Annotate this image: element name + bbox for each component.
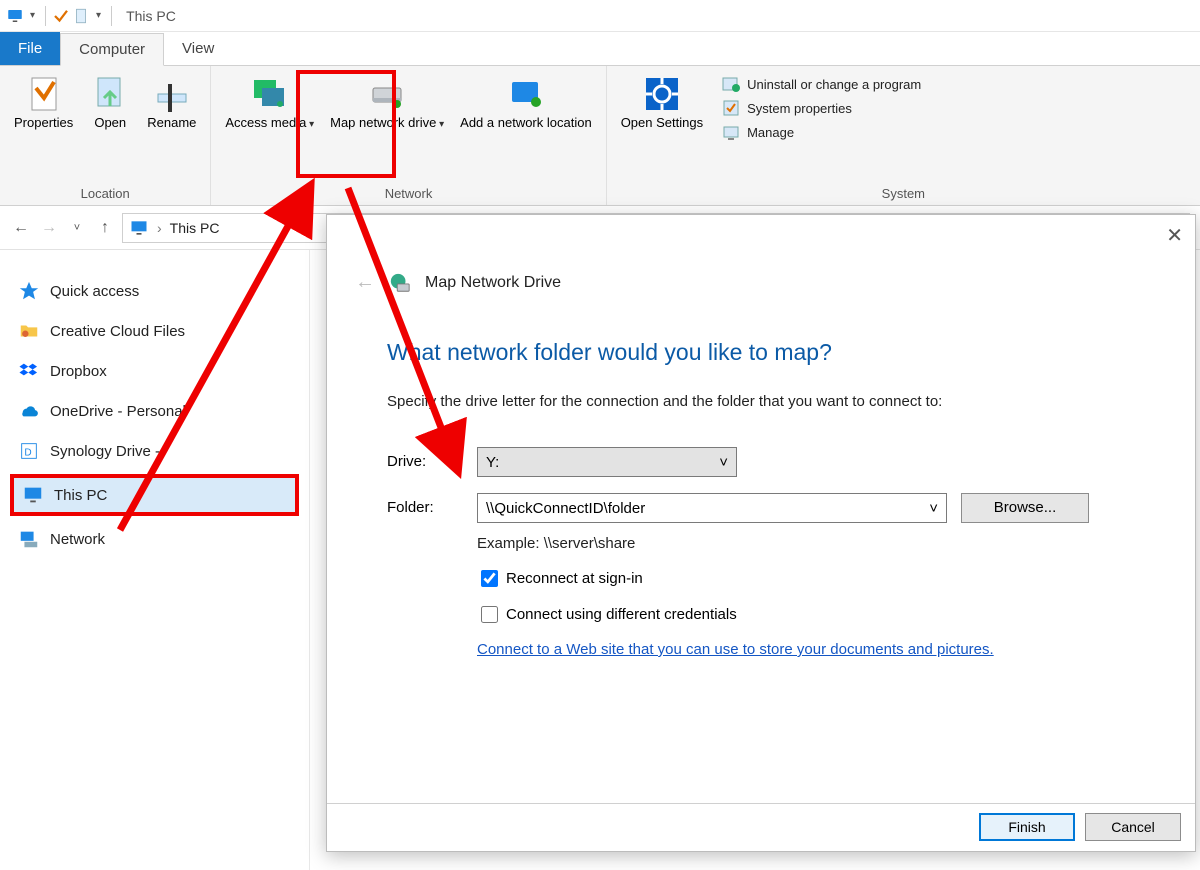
qat-more-icon[interactable]: ▾	[96, 10, 101, 21]
up-button[interactable]: ↑	[94, 217, 116, 239]
sidebar-item-dropbox[interactable]: Dropbox	[10, 354, 299, 388]
recent-locations-button[interactable]: ˅	[66, 217, 88, 239]
media-icon	[250, 74, 290, 114]
different-credentials-checkbox-input[interactable]	[481, 606, 498, 623]
breadcrumb-separator: ›	[157, 220, 162, 236]
group-label-network: Network	[217, 184, 599, 205]
navigation-tree: Quick access Creative Cloud Files Dropbo…	[0, 250, 310, 870]
network-icon	[18, 528, 40, 550]
add-network-location-button[interactable]: Add a network location	[454, 72, 598, 133]
drive-value: Y:	[486, 454, 499, 471]
back-button[interactable]: ←	[10, 217, 32, 239]
uninstall-program-link[interactable]: Uninstall or change a program	[717, 72, 925, 96]
folder-value: \\QuickConnectID\folder	[486, 500, 645, 517]
map-network-drive-dialog: ✕ ← Map Network Drive What network folde…	[326, 214, 1196, 852]
dialog-title: Map Network Drive	[425, 274, 561, 292]
open-icon	[90, 74, 130, 114]
cloud-icon	[18, 400, 40, 422]
chevron-down-icon[interactable]: ▾	[30, 10, 35, 21]
finish-button[interactable]: Finish	[979, 813, 1075, 841]
close-button[interactable]: ✕	[1166, 223, 1183, 248]
ribbon-group-network: Access media Map network drive Add a net…	[211, 66, 606, 205]
chevron-down-icon: ˅	[929, 500, 938, 517]
rename-icon	[152, 74, 192, 114]
tab-view[interactable]: View	[164, 32, 232, 65]
manage-link[interactable]: Manage	[717, 120, 925, 144]
reconnect-checkbox-input[interactable]	[481, 570, 498, 587]
dialog-heading: What network folder would you like to ma…	[387, 339, 832, 366]
forward-button[interactable]: →	[38, 217, 60, 239]
system-properties-link[interactable]: System properties	[717, 96, 925, 120]
sidebar-item-creative-cloud[interactable]: Creative Cloud Files	[10, 314, 299, 348]
group-label-system: System	[613, 184, 1194, 205]
network-drive-icon	[367, 74, 407, 114]
title-bar: ▾ ▾ This PC	[0, 0, 1200, 32]
synology-icon: D	[18, 440, 40, 462]
sidebar-item-onedrive[interactable]: OneDrive - Personal	[10, 394, 299, 428]
sidebar-item-quick-access[interactable]: Quick access	[10, 274, 299, 308]
sidebar-item-this-pc[interactable]: This PC	[10, 474, 299, 516]
window-title: This PC	[126, 8, 176, 24]
dialog-back-button[interactable]: ←	[355, 271, 375, 294]
chevron-down-icon: ˅	[719, 454, 728, 471]
ribbon-group-system: Open Settings Uninstall or change a prog…	[607, 66, 1200, 205]
open-button[interactable]: Open	[83, 72, 137, 133]
dropbox-icon	[18, 360, 40, 382]
connect-website-link[interactable]: Connect to a Web site that you can use t…	[477, 641, 994, 658]
properties-button[interactable]: Properties	[8, 72, 79, 133]
example-text: Example: \\server\share	[477, 535, 635, 552]
ribbon-group-location: Properties Open Rename Location	[0, 66, 211, 205]
different-credentials-checkbox[interactable]: Connect using different credentials	[477, 603, 737, 626]
ribbon: Properties Open Rename Location	[0, 66, 1200, 206]
document-icon[interactable]	[72, 7, 90, 25]
sidebar-item-network[interactable]: Network	[10, 522, 299, 556]
reconnect-checkbox[interactable]: Reconnect at sign-in	[477, 567, 643, 590]
folder-combobox[interactable]: \\QuickConnectID\folder ˅	[477, 493, 947, 523]
monitor-icon	[22, 484, 44, 506]
rename-button[interactable]: Rename	[141, 72, 202, 133]
network-location-icon	[506, 74, 546, 114]
drive-label: Drive:	[387, 453, 426, 470]
monitor-icon	[129, 218, 149, 238]
ribbon-tabs: File Computer View	[0, 32, 1200, 66]
tab-file[interactable]: File	[0, 32, 60, 65]
tab-computer[interactable]: Computer	[60, 33, 164, 66]
settings-icon	[642, 74, 682, 114]
cancel-button[interactable]: Cancel	[1085, 813, 1181, 841]
open-settings-button[interactable]: Open Settings	[615, 72, 709, 133]
monitor-icon	[6, 7, 24, 25]
uninstall-icon	[721, 74, 741, 94]
properties-icon	[24, 74, 64, 114]
folder-icon	[18, 320, 40, 342]
svg-text:D: D	[24, 448, 31, 459]
properties-small-icon	[721, 98, 741, 118]
checkmark-icon[interactable]	[52, 7, 70, 25]
sidebar-item-synology[interactable]: D Synology Drive -	[10, 434, 299, 468]
access-media-button[interactable]: Access media	[219, 72, 320, 133]
breadcrumb-this-pc[interactable]: This PC	[170, 220, 220, 236]
globe-drive-icon	[389, 272, 411, 294]
manage-icon	[721, 122, 741, 142]
dialog-subtext: Specify the drive letter for the connect…	[387, 393, 942, 410]
drive-select[interactable]: Y: ˅	[477, 447, 737, 477]
map-network-drive-button[interactable]: Map network drive	[324, 72, 450, 133]
star-icon	[18, 280, 40, 302]
folder-label: Folder:	[387, 499, 434, 516]
group-label-location: Location	[6, 184, 204, 205]
browse-button[interactable]: Browse...	[961, 493, 1089, 523]
